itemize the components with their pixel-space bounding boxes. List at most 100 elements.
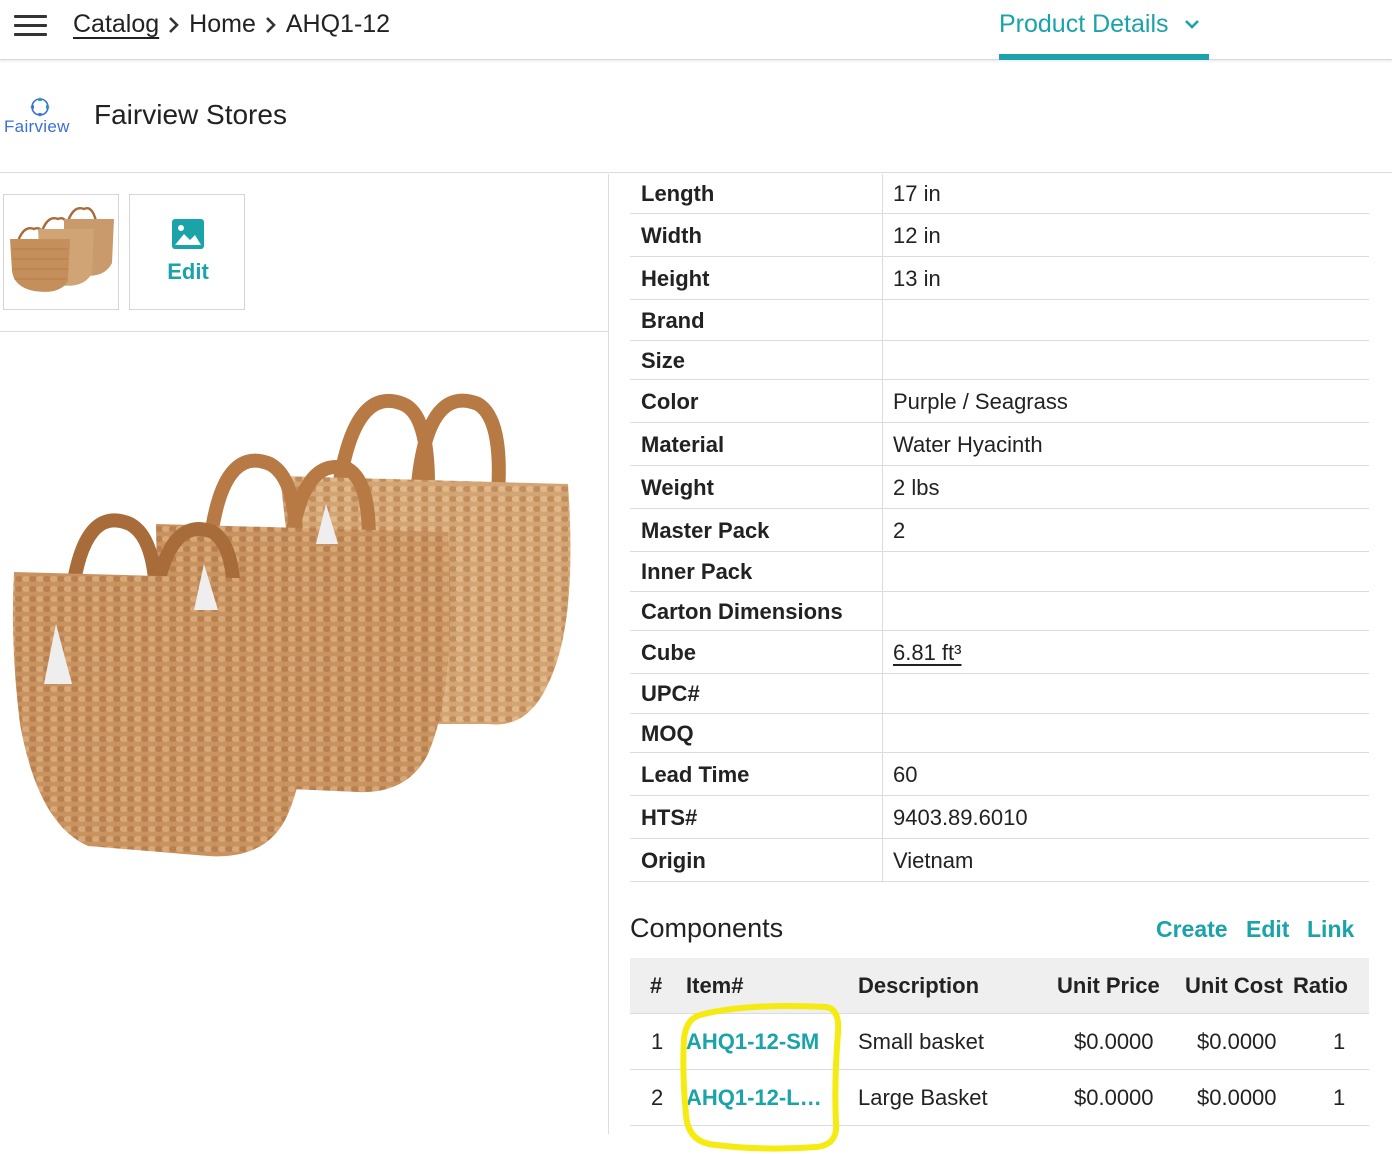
breadcrumb: Catalog Home AHQ1-12 <box>73 10 390 39</box>
attribute-row: Length 17 in <box>630 174 1369 214</box>
attribute-value: Vietnam <box>893 848 974 873</box>
row-num: 2 <box>651 1085 664 1110</box>
attribute-row: Brand <box>630 300 1369 341</box>
component-description: Small basket <box>858 1029 984 1054</box>
attribute-value: Purple / Seagrass <box>893 389 1068 414</box>
create-component-link[interactable]: Create <box>1156 916 1228 943</box>
attribute-label: Cube <box>641 640 696 665</box>
attribute-label: Weight <box>641 475 714 500</box>
attribute-label: UPC# <box>641 681 700 706</box>
attribute-label: Color <box>641 389 699 414</box>
attribute-label: Length <box>641 181 715 206</box>
column-divider <box>882 214 883 256</box>
components-table-header: # Item# Description Unit Price Unit Cost… <box>630 958 1369 1014</box>
col-num: # <box>650 973 663 998</box>
column-divider <box>882 174 883 213</box>
column-divider <box>882 674 883 713</box>
col-description: Description <box>858 973 980 998</box>
attribute-label: Carton Dimensions <box>641 599 843 624</box>
attribute-row: MOQ <box>630 714 1369 753</box>
attribute-row: UPC# <box>630 674 1369 714</box>
chevron-right-icon <box>256 10 286 39</box>
store-name: Fairview Stores <box>94 99 287 130</box>
breadcrumb-home[interactable]: Home <box>189 10 256 39</box>
breadcrumb-current: AHQ1-12 <box>285 10 391 38</box>
store-logo: Fairview <box>2 91 74 141</box>
attribute-label: Lead Time <box>641 762 750 787</box>
attribute-label: Size <box>641 348 686 373</box>
edit-components-link[interactable]: Edit <box>1246 916 1289 943</box>
image-icon <box>172 219 204 249</box>
column-divider <box>882 839 883 881</box>
thumbnail-strip: Edit <box>0 174 609 332</box>
component-item-link[interactable]: AHQ1-12-SM <box>686 1029 836 1055</box>
attribute-label: Origin <box>641 848 706 873</box>
attribute-row: Width 12 in <box>630 214 1369 257</box>
edit-images-label: Edit <box>167 259 209 284</box>
component-ratio: 1 <box>1333 1085 1346 1110</box>
column-divider <box>882 257 883 299</box>
column-divider <box>882 592 883 630</box>
attribute-label: Width <box>641 223 702 248</box>
column-divider <box>882 300 883 340</box>
product-photo <box>12 393 571 857</box>
chevron-right-icon <box>159 10 189 39</box>
breadcrumb-catalog[interactable]: Catalog <box>73 10 159 39</box>
tab-product-details-label: Product Details <box>999 10 1169 38</box>
product-attributes-table: Length 17 in Width 12 in Height 13 in Brand Siz… <box>630 174 1369 882</box>
column-divider <box>882 466 883 508</box>
column-divider <box>882 714 883 752</box>
tab-active-indicator <box>999 54 1209 60</box>
attribute-row: Size <box>630 341 1369 380</box>
attribute-label: Master Pack <box>641 518 770 543</box>
attribute-row: HTS# 9403.89.6010 <box>630 796 1369 839</box>
component-ratio: 1 <box>1333 1029 1346 1054</box>
attribute-label: Material <box>641 432 725 457</box>
component-item-link[interactable]: AHQ1-12-LA… <box>686 1085 836 1111</box>
attribute-row: Cube 6.81 ft³ <box>630 631 1369 674</box>
col-item: Item# <box>686 973 744 998</box>
store-header: Fairview Fairview Stores <box>0 61 1392 173</box>
attribute-row: Material Water Hyacinth <box>630 423 1369 466</box>
column-divider <box>882 753 883 795</box>
attribute-label: HTS# <box>641 805 698 830</box>
attribute-row: Weight 2 lbs <box>630 466 1369 509</box>
chevron-down-icon <box>1185 20 1199 29</box>
column-divider <box>882 552 883 591</box>
column-divider <box>882 509 883 551</box>
edit-images-button[interactable]: Edit <box>129 194 245 310</box>
column-divider <box>882 796 883 838</box>
attribute-row: Carton Dimensions <box>630 592 1369 631</box>
attribute-value: 13 in <box>893 266 941 291</box>
column-divider <box>882 423 883 465</box>
image-pane: Edit <box>0 174 609 1134</box>
cube-value-link[interactable]: 6.81 ft³ <box>893 640 961 666</box>
attribute-value: 9403.89.6010 <box>893 805 1028 830</box>
attribute-value: Water Hyacinth <box>893 432 1043 457</box>
menu-icon[interactable] <box>14 15 48 39</box>
link-component-link[interactable]: Link <box>1307 916 1354 943</box>
logo-wordmark: Fairview <box>4 117 70 136</box>
tab-product-details[interactable]: Product Details <box>999 0 1209 60</box>
table-row: 2 AHQ1-12-LA… Large Basket $0.0000 $0.00… <box>630 1070 1369 1126</box>
component-unit-cost: $0.0000 <box>1197 1085 1277 1110</box>
top-bar: Catalog Home AHQ1-12 Product Details <box>0 0 1392 60</box>
attribute-value: 12 in <box>893 223 941 248</box>
product-thumbnail[interactable] <box>3 194 119 310</box>
components-title: Components <box>630 913 784 943</box>
attribute-row: Origin Vietnam <box>630 839 1369 882</box>
attribute-row: Lead Time 60 <box>630 753 1369 796</box>
col-ratio: Ratio <box>1293 973 1348 998</box>
component-unit-cost: $0.0000 <box>1197 1029 1277 1054</box>
column-divider <box>882 380 883 422</box>
column-divider <box>882 341 883 379</box>
attribute-value: 60 <box>893 762 918 787</box>
attribute-label: Brand <box>641 308 705 333</box>
col-unit-price: Unit Price <box>1057 973 1160 998</box>
attribute-row: Height 13 in <box>630 257 1369 300</box>
attribute-value: 17 in <box>893 181 941 206</box>
table-row: 1 AHQ1-12-SM Small basket $0.0000 $0.000… <box>630 1014 1369 1070</box>
attribute-label: Inner Pack <box>641 559 753 584</box>
fairview-logo-icon <box>30 97 50 117</box>
column-divider <box>882 631 883 673</box>
